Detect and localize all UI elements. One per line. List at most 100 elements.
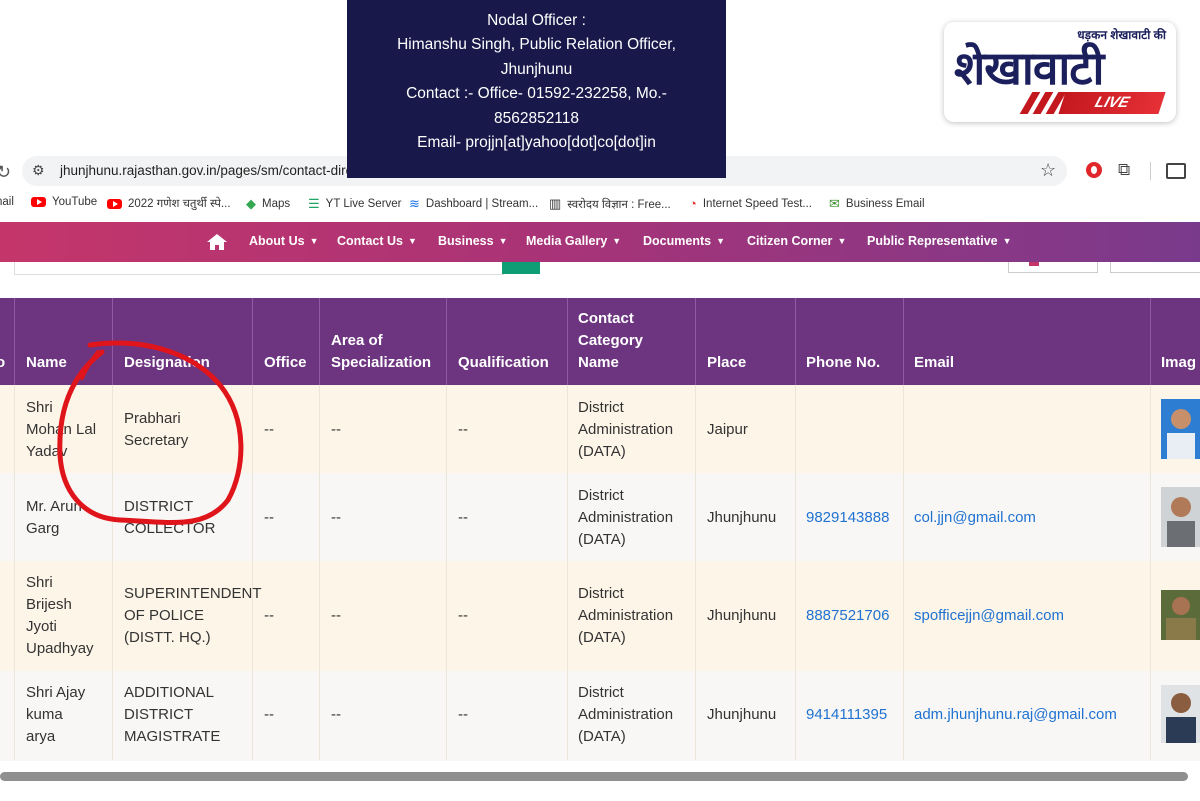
nav-label: Citizen Corner xyxy=(747,234,833,248)
header-divider xyxy=(1150,298,1151,385)
site-info-icon[interactable]: ⚙ xyxy=(32,162,48,178)
cell-designation: DISTRICT COLLECTOR xyxy=(124,496,215,540)
column-divider xyxy=(319,385,320,760)
nav-about-us[interactable]: About Us ▼ xyxy=(249,234,318,248)
cell-place: Jaipur xyxy=(707,421,748,438)
category-line: District xyxy=(578,585,624,602)
nav-label: About Us xyxy=(249,234,305,248)
reload-icon[interactable]: ↻ xyxy=(0,162,11,183)
bookmark-label: Dashboard | Stream... xyxy=(425,198,539,210)
cell-office: -- xyxy=(264,421,274,438)
toolbar-button[interactable] xyxy=(1110,262,1200,273)
nav-contact-us[interactable]: Contact Us ▼ xyxy=(337,234,417,248)
nav-citizen-corner[interactable]: Citizen Corner ▼ xyxy=(747,234,846,248)
header-divider xyxy=(795,298,796,385)
th-designation: Designation xyxy=(124,354,210,371)
th-place: Place xyxy=(707,354,747,371)
cell-name: Mr. Arun Garg xyxy=(26,496,82,540)
mail-icon: ✉ xyxy=(829,196,840,211)
email-link[interactable]: col.jjn@gmail.com xyxy=(914,507,1036,529)
bookmark-label: Maps xyxy=(262,198,291,210)
cell-category: District Administration (DATA) xyxy=(578,682,673,748)
category-line: Administration xyxy=(578,509,674,526)
bookmark-dashboard[interactable]: ≋ Dashboard | Stream... xyxy=(409,196,538,212)
book-icon: ▥ xyxy=(549,196,562,211)
nodal-contact: Contact :- Office- 01592-232258, Mo.- xyxy=(406,85,667,103)
th-office: Office xyxy=(264,354,307,371)
category-line: Administration xyxy=(578,706,674,723)
bookmark-label: nail xyxy=(0,196,14,208)
category-line: (DATA) xyxy=(578,629,626,646)
name-line: Mr. Arun xyxy=(26,498,82,515)
nav-label: Business xyxy=(438,234,494,248)
caret-down-icon: ▼ xyxy=(716,236,725,246)
cell-place: Jhunjhunu xyxy=(707,607,777,624)
column-divider xyxy=(903,385,904,760)
bookmark-ganesh[interactable]: 2022 गणेश चतुर्थी स्पे... xyxy=(107,196,231,211)
nav-label: Documents xyxy=(643,234,712,248)
bookmark-swarodaya[interactable]: ▥ स्वरोदय विज्ञान : Free... xyxy=(549,196,671,212)
bookmark-label: YouTube xyxy=(52,196,98,208)
url-text[interactable]: jhunjhunu.rajasthan.gov.in/pages/sm/cont… xyxy=(60,163,364,178)
side-panel-icon[interactable] xyxy=(1166,163,1186,179)
cell-designation: ADDITIONAL DISTRICT MAGISTRATE xyxy=(124,682,220,748)
caret-down-icon: ▼ xyxy=(407,236,417,246)
search-button[interactable] xyxy=(502,262,540,274)
horizontal-scrollbar-thumb[interactable] xyxy=(0,772,1188,781)
opera-extension-icon[interactable] xyxy=(1086,162,1102,178)
cell-qualification: -- xyxy=(458,421,468,438)
speedometer-icon: ◔ xyxy=(689,196,697,211)
bookmark-gmail[interactable]: nail xyxy=(0,196,14,208)
header-divider xyxy=(112,298,113,385)
designation-line: (DISTT. HQ.) xyxy=(124,629,211,646)
category-line: (DATA) xyxy=(578,728,626,745)
nav-documents[interactable]: Documents ▼ xyxy=(643,234,725,248)
bookmark-label: YT Live Server xyxy=(325,198,402,210)
name-line: Upadhyay xyxy=(26,640,94,657)
th-email: Email xyxy=(914,354,955,371)
cell-office: -- xyxy=(264,706,274,723)
search-input[interactable] xyxy=(14,262,504,275)
column-divider xyxy=(14,385,15,760)
designation-line: Prabhari xyxy=(124,410,181,427)
person-photo xyxy=(1161,399,1200,459)
phone-link[interactable]: 8887521706 xyxy=(806,605,889,627)
header-divider xyxy=(446,298,447,385)
name-line: Shri xyxy=(26,399,53,416)
bookmark-label: 2022 गणेश चतुर्थी स्पे... xyxy=(128,198,231,210)
list-icon: ☰ xyxy=(308,196,320,211)
logo-title: शेखावाटी xyxy=(954,41,1104,95)
bookmark-business-email[interactable]: ✉ Business Email xyxy=(829,196,925,212)
toolbar-divider xyxy=(1150,162,1151,180)
extensions-puzzle-icon[interactable]: ⧉ xyxy=(1118,160,1130,180)
designation-line: OF POLICE xyxy=(124,607,205,624)
th-name: Name xyxy=(26,354,67,371)
phone-link[interactable]: 9414111395 xyxy=(806,704,887,726)
toolbar-button[interactable] xyxy=(1008,262,1098,273)
name-line: Shri xyxy=(26,574,53,591)
bookmark-youtube[interactable]: YouTube xyxy=(31,196,97,208)
category-line: District xyxy=(578,684,624,701)
maps-icon: ◆ xyxy=(246,196,256,211)
nav-public-representative[interactable]: Public Representative ▼ xyxy=(867,234,1012,248)
nodal-email: Email- projjn[at]yahoo[dot]co[dot]in xyxy=(417,134,656,152)
bookmark-star-icon[interactable]: ☆ xyxy=(1040,160,1056,181)
cell-place: Jhunjhunu xyxy=(707,706,777,723)
phone-link[interactable]: 9829143888 xyxy=(806,507,889,529)
designation-line: COLLECTOR xyxy=(124,520,216,537)
caret-down-icon: ▼ xyxy=(837,236,847,246)
email-link[interactable]: spofficejjn@gmail.com xyxy=(914,605,1064,627)
nav-media-gallery[interactable]: Media Gallery ▼ xyxy=(526,234,621,248)
bookmark-speed-test[interactable]: ◔ Internet Speed Test... xyxy=(689,196,812,211)
header-divider xyxy=(695,298,696,385)
stream-icon: ≋ xyxy=(409,196,420,211)
person-photo xyxy=(1161,487,1200,547)
home-icon[interactable] xyxy=(206,233,228,251)
bookmark-maps[interactable]: ◆ Maps xyxy=(246,196,290,212)
nav-business[interactable]: Business ▼ xyxy=(438,234,508,248)
th-image: Imag xyxy=(1161,354,1197,371)
name-line: arya xyxy=(26,728,56,745)
bookmark-yt-live-server[interactable]: ☰ YT Live Server xyxy=(308,196,402,212)
bookmark-label: Internet Speed Test... xyxy=(702,197,812,210)
email-link[interactable]: adm.jhunjhunu.raj@gmail.com xyxy=(914,704,1117,726)
